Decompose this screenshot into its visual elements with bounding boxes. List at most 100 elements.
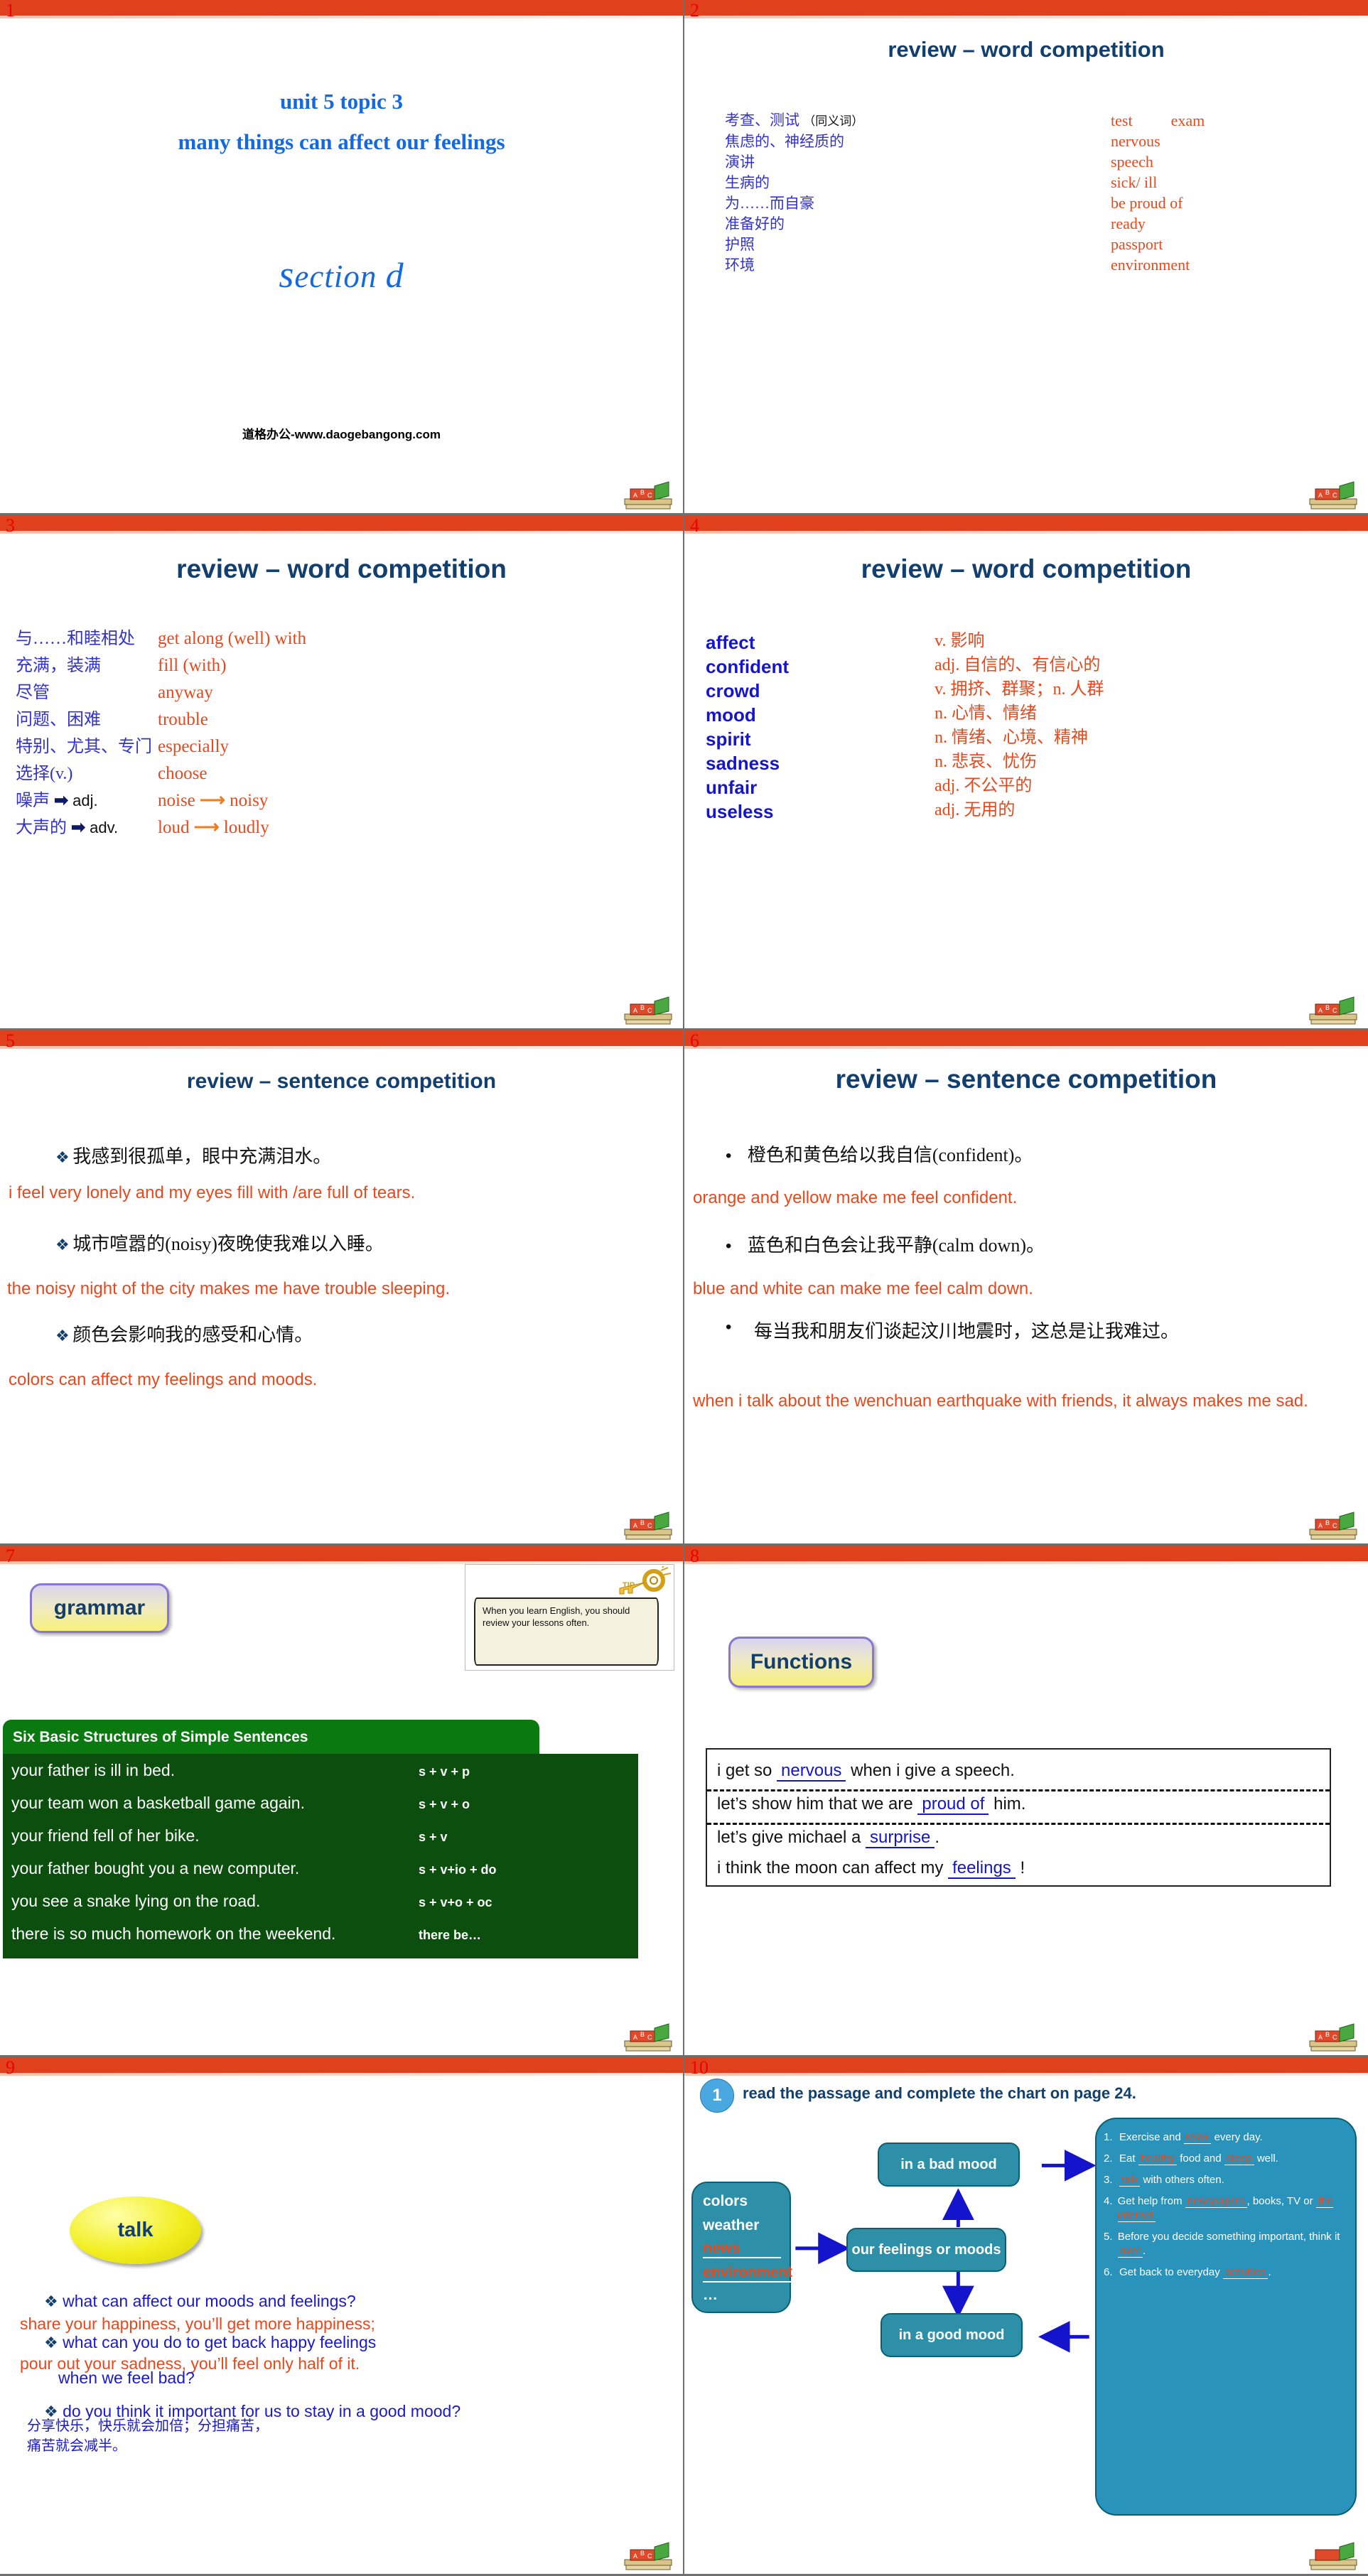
dot-bullet-icon: •	[726, 1146, 732, 1165]
right-arrow-icon: ➡	[71, 819, 86, 837]
advice-blank[interactable]: healthy	[1138, 2152, 1178, 2165]
svg-text:B: B	[640, 1004, 645, 1011]
talk-question-text: what can you do to get back happy feelin…	[63, 2333, 377, 2351]
talk-ellipse-label[interactable]: talk	[70, 2197, 201, 2264]
books-icon: A B C	[624, 2023, 672, 2052]
slide-number: 6	[690, 1030, 699, 1051]
svg-text:B: B	[1325, 1519, 1330, 1526]
advice-number: 1.	[1104, 2131, 1113, 2143]
chinese-word-column: 考查、测试 （同义词） 焦虑的、神经质的 演讲 生病的 为……而自豪 准备好的 …	[725, 110, 863, 276]
word-en: ready	[1111, 215, 1146, 232]
center-node: our feelings or moods	[846, 2228, 1006, 2272]
english-word-column: test exam nervous speech sick/ ill be pro…	[1111, 110, 1205, 275]
diamond-bullet-icon: ❖	[55, 1148, 70, 1166]
advice-blank[interactable]: newspapers	[1185, 2195, 1247, 2208]
synonym-note: （同义词）	[803, 114, 864, 128]
slide-number: 8	[690, 1546, 699, 1566]
advice-blank[interactable]: over	[1117, 2245, 1143, 2258]
derivation-arrow-icon: ⟶	[200, 791, 225, 810]
sentence-before: i get so	[717, 1761, 777, 1780]
influences-box: colors weather news environment …	[691, 2182, 793, 2313]
word-en: get along (well) with	[158, 629, 306, 648]
word-en: choose	[158, 764, 208, 783]
grammar-pill-label[interactable]: grammar	[30, 1583, 169, 1633]
answer-blank[interactable]: feelings	[948, 1858, 1016, 1879]
svg-text:A: A	[1318, 2034, 1323, 2041]
sentence-cn: 橙色和黄色给以我自信(confident)。	[747, 1145, 1033, 1165]
word-en: test exam	[1111, 112, 1205, 129]
word-en: noise ⟶ noisy	[158, 791, 269, 810]
slide-number: 5	[6, 1030, 15, 1051]
word-cn: 演讲	[725, 153, 755, 171]
advice-number: 2.	[1104, 2152, 1113, 2165]
slide-number: 4	[690, 515, 699, 536]
svg-text:A: A	[1318, 1007, 1323, 1014]
influence-blank[interactable]: environment	[703, 2264, 793, 2283]
slide-8: 8 Functions i get so nervous when i give…	[684, 1546, 1368, 2057]
grammar-code: s + v+io + do	[419, 1863, 497, 1877]
advice-blank[interactable]: relax	[1183, 2131, 1212, 2144]
svg-text:B: B	[1325, 2031, 1330, 2038]
books-icon: A B C	[1309, 1511, 1357, 1540]
svg-text:C: C	[647, 492, 652, 499]
answer-blank[interactable]: proud of	[917, 1794, 989, 1815]
grammar-code: s + v + p	[419, 1764, 470, 1779]
books-icon: A B C	[624, 996, 672, 1025]
word-cn: 选择(v.)	[16, 765, 73, 783]
sentence-item: ❖ 城市喧嚣的(noisy)夜晚使我难以入睡。	[55, 1229, 384, 1256]
svg-text:A: A	[1318, 1522, 1323, 1529]
word-cn: 大声的 ➡ adv.	[16, 819, 119, 837]
svg-text:C: C	[1332, 1007, 1337, 1014]
word-cn: 焦虑的、神经质的	[725, 133, 844, 150]
word-en: be proud of	[1111, 194, 1183, 212]
slide-top-bar	[0, 1546, 683, 1564]
functions-box: i get so nervous when i give a speech. l…	[706, 1748, 1331, 1887]
word-cn: 充满，装满	[16, 657, 101, 675]
word-cn: 为……而自豪	[725, 195, 814, 212]
sentence-after: .	[935, 1828, 940, 1847]
advice-number: 4.	[1104, 2195, 1113, 2207]
slide-top-bar	[0, 1030, 683, 1049]
functions-pill-label[interactable]: Functions	[728, 1637, 874, 1688]
slide-grid: 1 unit 5 topic 3 many things can affect …	[0, 0, 1368, 2576]
advice-item: 1. Exercise and relax every day.	[1104, 2130, 1345, 2145]
sentence-en: i feel very lonely and my eyes fill with…	[9, 1183, 416, 1202]
step-number-badge: 1	[700, 2079, 734, 2113]
advice-blank[interactable]: talk	[1119, 2174, 1141, 2187]
sentence-cn: 颜色会影响我的感受和心情。	[72, 1325, 313, 1345]
word-en: fill (with)	[158, 656, 227, 675]
word-en: crowd	[706, 680, 760, 701]
tip-note: When you learn English, you should revie…	[474, 1597, 659, 1666]
sentence-en: blue and white can make me feel calm dow…	[693, 1279, 1033, 1298]
word-cn: 准备好的	[725, 215, 785, 232]
advice-text: Eat healthy food and sleep well.	[1119, 2152, 1278, 2165]
slide-9: 9 talk ❖ what can affect our moods and f…	[0, 2057, 684, 2576]
books-icon	[1309, 2542, 1357, 2570]
slide-10: 10 1 read the passage and complete the c…	[684, 2057, 1368, 2576]
influence-blank[interactable]: news	[703, 2240, 781, 2258]
talk-question-1: ❖ what can affect our moods and feelings…	[44, 2292, 356, 2311]
divider	[707, 1789, 1330, 1791]
slide-number: 1	[6, 0, 15, 21]
answer-blank[interactable]: surprise	[866, 1828, 935, 1848]
lesson-subtitle: many things can affect our feelings	[178, 129, 505, 154]
instruction-heading: read the passage and complete the chart …	[743, 2084, 1136, 2102]
sentence-after: him.	[989, 1794, 1026, 1814]
watermark: 道格办公-www.daogebangong.com	[242, 428, 441, 441]
advice-blank[interactable]: activities	[1222, 2266, 1269, 2279]
sentence-item: • 每当我和朋友们谈起汶川地震时，这总是让我难过。	[726, 1317, 1351, 1346]
grammar-code: there be…	[419, 1928, 482, 1942]
grammar-code: s + v	[419, 1830, 448, 1844]
section-title-rest: ection	[294, 259, 377, 294]
slide-number: 7	[6, 1546, 15, 1566]
advice-text: Get back to everyday activities.	[1119, 2266, 1271, 2279]
grammar-sentence: you see a snake lying on the road.	[11, 1892, 261, 1910]
answer-blank[interactable]: nervous	[777, 1761, 846, 1782]
svg-text:C: C	[1332, 1522, 1337, 1529]
sentence-item: • 蓝色和白色会让我平静(calm down)。	[726, 1231, 1045, 1257]
advice-blank[interactable]: sleep	[1224, 2152, 1254, 2165]
advice-number: 6.	[1104, 2266, 1113, 2278]
influence-item: colors	[703, 2193, 748, 2209]
function-sentence: i get so nervous when i give a speech.	[717, 1761, 1015, 1782]
sentence-after: when i give a speech.	[846, 1761, 1015, 1780]
